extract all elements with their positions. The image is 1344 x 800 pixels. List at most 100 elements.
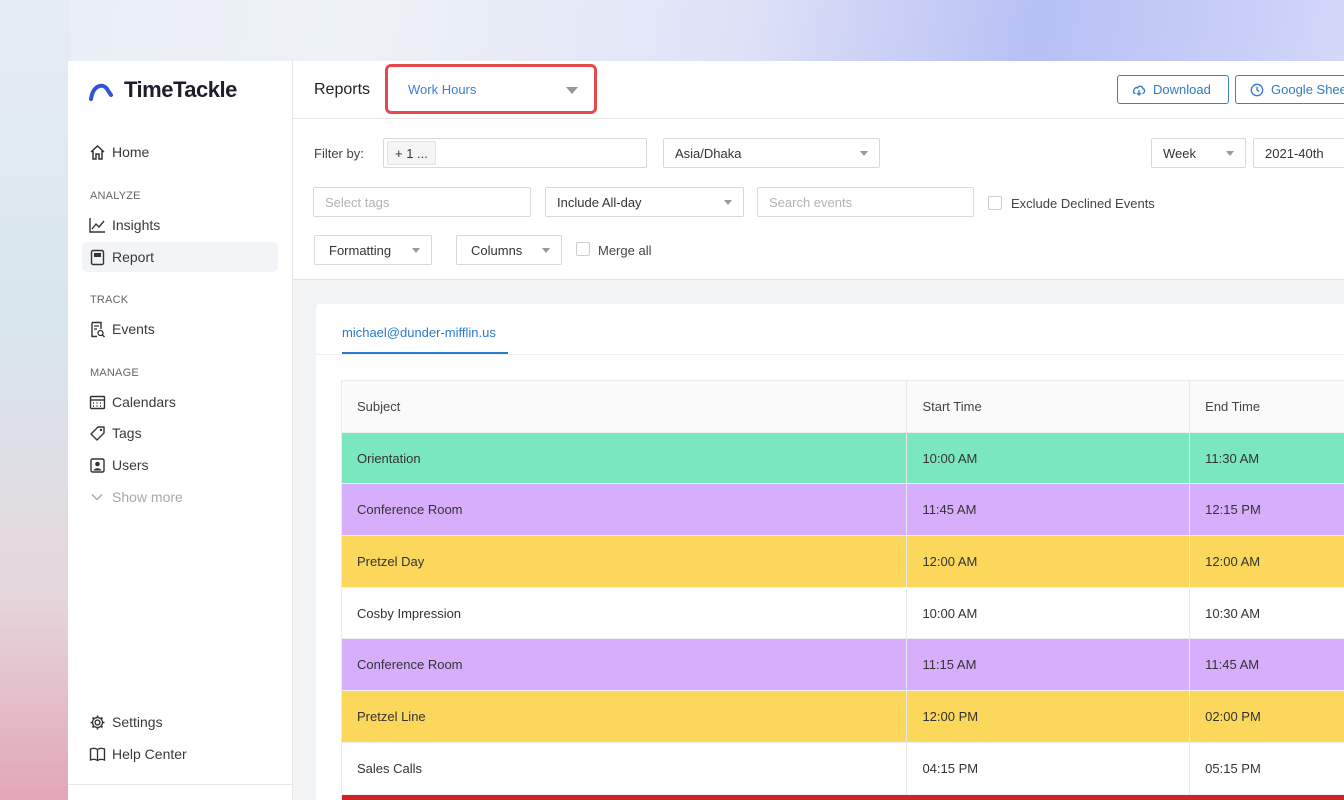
cell-start-time: 10:00 AM	[907, 432, 1191, 484]
header-bar: Reports Work Hours Download Google Shee	[293, 61, 1344, 119]
table-row[interactable]: Pretzel Day 12:00 AM 12:00 AM	[342, 536, 1344, 588]
search-placeholder: Search events	[769, 194, 853, 210]
cell-start-time: 12:00 AM	[907, 536, 1191, 587]
cell-end-time: 11:30 AM	[1205, 450, 1260, 466]
sidebar-item-report[interactable]: Report	[82, 242, 278, 272]
week-picker[interactable]: 2021-40th	[1253, 138, 1344, 168]
sidebar-item-label: Help Center	[112, 746, 187, 762]
sidebar-item-tags[interactable]: Tags	[82, 418, 278, 448]
sidebar-item-settings[interactable]: Settings	[82, 707, 278, 737]
sidebar-item-label: Report	[112, 249, 155, 265]
tag-icon	[88, 424, 106, 442]
table-row[interactable]: Conference Room 11:45 AM 12:15 PM	[342, 484, 1344, 537]
sidebar-item-label: Tags	[112, 425, 142, 441]
tags-select[interactable]: Select tags	[313, 187, 531, 217]
cell-start-time: 11:45 AM	[907, 484, 1191, 536]
report-card: michael@dunder-mifflin.us Subject Start …	[316, 304, 1344, 800]
cell-end-time: 10:30 AM	[1205, 605, 1261, 621]
report-type-select[interactable]: Work Hours	[385, 64, 597, 114]
sidebar-show-more[interactable]: Show more	[82, 482, 278, 512]
table-row[interactable]: Sales Calls 04:15 PM 05:15 PM	[342, 742, 1344, 795]
sidebar-item-label: Show more	[112, 489, 183, 505]
home-icon	[88, 143, 106, 161]
logo-mark-icon	[89, 83, 113, 101]
tab-user[interactable]: michael@dunder-mifflin.us	[342, 325, 496, 340]
table-row-partial	[342, 794, 1344, 800]
chevron-down-icon	[88, 488, 106, 506]
cell-start-time: 04:15 PM	[907, 742, 1191, 794]
merge-all-checkbox[interactable]	[576, 242, 590, 256]
cell-subject: Sales Calls	[342, 742, 908, 794]
cell-subject: Conference Room	[342, 484, 908, 536]
allday-select[interactable]: Include All-day	[545, 187, 744, 217]
sidebar-item-help-center[interactable]: Help Center	[82, 739, 278, 769]
download-button[interactable]: Download	[1117, 75, 1229, 104]
columns-button[interactable]: Columns	[456, 235, 562, 265]
caret-down-icon	[412, 248, 420, 253]
cell-end-time: 05:15 PM	[1205, 760, 1261, 776]
timezone-select[interactable]: Asia/Dhaka	[663, 138, 880, 168]
calendar-icon	[88, 393, 106, 411]
cell-subject: Conference Room	[342, 639, 908, 691]
table-row[interactable]: Cosby Impression 10:00 AM 10:30 AM	[342, 587, 1344, 640]
section-label-analyze: ANALYZE	[90, 190, 141, 202]
cell-subject: Pretzel Day	[342, 536, 908, 587]
cloud-download-icon	[1132, 83, 1146, 97]
cell-subject: Pretzel Line	[342, 691, 908, 742]
filter-by-field[interactable]: + 1 ...	[383, 138, 647, 168]
sidebar-item-label: Users	[112, 457, 149, 473]
week-value: 2021-40th	[1265, 145, 1324, 161]
caret-down-icon	[542, 248, 550, 253]
report-table: Subject Start Time End Time Orientation 1…	[341, 380, 1344, 800]
filter-by-label: Filter by:	[314, 146, 364, 161]
exclude-declined-label: Exclude Declined Events	[1011, 196, 1155, 211]
sidebar-item-home[interactable]: Home	[82, 137, 278, 167]
events-search-icon	[88, 320, 106, 338]
tab-divider	[316, 354, 1344, 355]
period-value: Week	[1163, 145, 1196, 161]
caret-down-icon	[1226, 151, 1234, 156]
table-row[interactable]: Pretzel Line 12:00 PM 02:00 PM	[342, 691, 1344, 743]
page-title: Reports	[314, 81, 371, 98]
table-body: Orientation 10:00 AM 11:30 AM Conference Ro…	[342, 432, 1344, 795]
cell-subject: Orientation	[342, 432, 908, 484]
filter-chip[interactable]: + 1 ...	[387, 141, 436, 165]
clock-icon	[1250, 83, 1264, 97]
column-header-start-time[interactable]: Start Time	[907, 381, 1191, 432]
sidebar-item-label: Events	[112, 321, 155, 337]
cell-end-time: 11:45 AM	[1205, 657, 1260, 673]
sidebar-item-label: Calendars	[112, 394, 176, 410]
tags-placeholder: Select tags	[325, 194, 390, 210]
table-row[interactable]: Conference Room 11:15 AM 11:45 AM	[342, 639, 1344, 692]
background-gradient	[0, 0, 70, 800]
filter-panel: Filter by: + 1 ... Asia/Dhaka Week 2021-…	[293, 119, 1344, 280]
main-content: Reports Work Hours Download Google Shee	[293, 61, 1344, 800]
caret-down-icon	[566, 87, 578, 94]
search-events-input[interactable]: Search events	[757, 187, 974, 217]
formatting-button[interactable]: Formatting	[314, 235, 432, 265]
gear-icon	[88, 713, 106, 731]
table-row[interactable]: Orientation 10:00 AM 11:30 AM	[342, 432, 1344, 485]
sidebar-item-calendars[interactable]: Calendars	[82, 387, 278, 417]
brand-logo[interactable]: TimeTackle	[89, 77, 237, 103]
table-header-row: Subject Start Time End Time	[342, 381, 1344, 433]
column-header-end-time[interactable]: End Time	[1190, 381, 1344, 432]
sidebar: TimeTackle Home ANALYZE Insights Report …	[68, 61, 293, 800]
sidebar-item-events[interactable]: Events	[82, 314, 278, 344]
section-label-track: TRACK	[90, 294, 129, 306]
sidebar-item-users[interactable]: Users	[82, 450, 278, 480]
cell-end-time: 12:00 AM	[1205, 553, 1261, 569]
allday-value: Include All-day	[557, 194, 642, 210]
sidebar-item-label: Settings	[112, 714, 163, 730]
cell-start-time: 12:00 PM	[907, 691, 1191, 742]
sidebar-item-insights[interactable]: Insights	[82, 210, 278, 240]
google-sheets-button[interactable]: Google Shee	[1235, 75, 1344, 104]
period-select[interactable]: Week	[1151, 138, 1246, 168]
exclude-declined-checkbox[interactable]	[988, 196, 1002, 210]
report-icon	[88, 248, 106, 266]
cell-end-time: 02:00 PM	[1205, 708, 1261, 724]
column-header-subject[interactable]: Subject	[342, 381, 908, 432]
app-window: TimeTackle Home ANALYZE Insights Report …	[68, 61, 1344, 800]
book-icon	[88, 745, 106, 763]
caret-down-icon	[724, 200, 732, 205]
